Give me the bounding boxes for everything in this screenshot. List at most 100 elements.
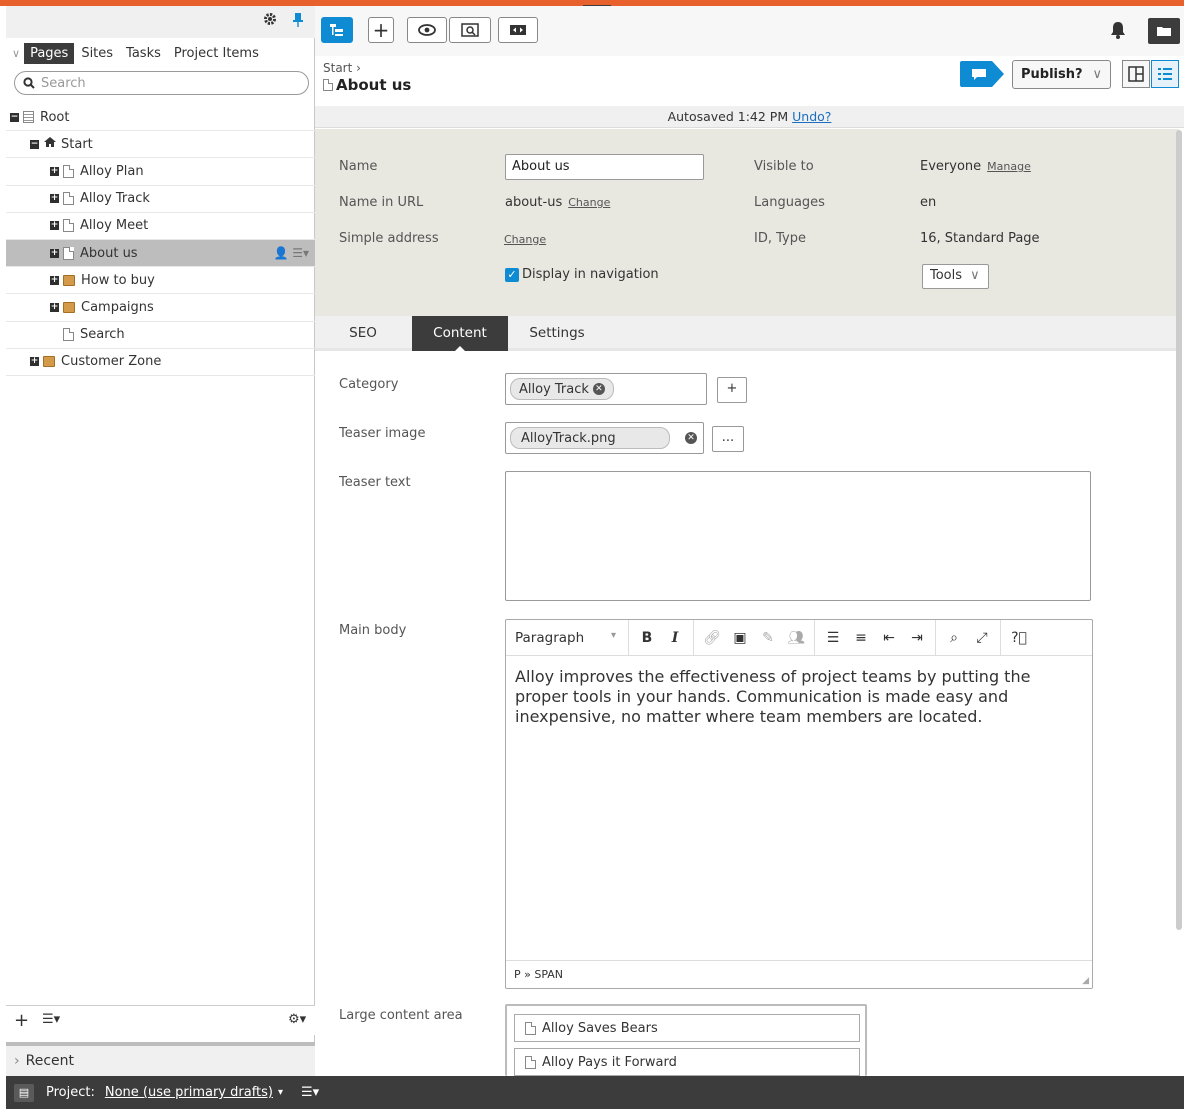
context-menu-icon[interactable]: ☰▾ [292, 246, 309, 260]
on-page-edit-button[interactable] [1122, 60, 1150, 88]
tab-tasks[interactable]: Tasks [120, 43, 167, 64]
remove-icon[interactable]: ✕ [592, 383, 605, 395]
content-area-item[interactable]: Alloy Saves Bears [514, 1014, 860, 1042]
main-toolbar: + [315, 6, 1184, 56]
preview-button[interactable] [407, 17, 447, 43]
tree-item-alloy-track[interactable]: + Alloy Track [6, 186, 315, 213]
large-content-area-label: Large content area [339, 1008, 463, 1023]
expand-icon[interactable]: + [50, 194, 59, 204]
collapse-icon[interactable]: − [30, 139, 39, 149]
tree-item-label: Customer Zone [61, 354, 162, 370]
teaser-image-field[interactable]: AlloyTrack.png ✕ [505, 422, 704, 454]
assets-pane-toggle[interactable] [1148, 18, 1180, 44]
tree-item-how-to-buy[interactable]: + How to buy [6, 267, 315, 295]
tree-item-alloy-plan[interactable]: + Alloy Plan [6, 158, 315, 186]
bullet-list-icon[interactable]: ☰ [822, 630, 844, 646]
tree-item-label: About us [80, 245, 138, 261]
help-icon[interactable]: ?⃝ [1008, 630, 1030, 646]
tree-search-input[interactable]: Search [14, 71, 309, 95]
comment-button[interactable] [960, 61, 1004, 87]
name-input[interactable]: About us [505, 154, 704, 180]
fullscreen-icon[interactable]: ⤢ [971, 630, 993, 646]
add-content-button[interactable]: + [368, 17, 394, 43]
tab-seo[interactable]: SEO [327, 316, 399, 351]
format-select[interactable]: Paragraph ▾ [506, 630, 624, 646]
all-properties-button[interactable] [1151, 60, 1179, 88]
category-field[interactable]: Alloy Track ✕ [505, 373, 707, 405]
italic-icon[interactable]: I [664, 630, 686, 646]
tab-sites[interactable]: Sites [75, 43, 119, 64]
view-preview-icon [461, 23, 479, 37]
main-scrollbar[interactable] [1176, 130, 1182, 930]
chevron-down-icon[interactable]: ▾ [278, 1087, 283, 1098]
tools-dropdown[interactable]: Tools ∨ [922, 264, 989, 289]
find-replace-icon[interactable]: ⌕ [943, 630, 965, 646]
insert-image-icon[interactable]: ▣ [729, 630, 751, 646]
content-area-item[interactable]: Alloy Pays it Forward [514, 1048, 860, 1076]
tree-item-root[interactable]: − Root [6, 104, 315, 132]
list-menu-icon[interactable]: ☰▾ [42, 1012, 60, 1027]
remove-icon[interactable]: ✕ [685, 432, 697, 444]
numbered-list-icon[interactable]: ≡ [850, 630, 872, 646]
breadcrumb[interactable]: Start › [323, 61, 361, 75]
expand-icon[interactable]: + [50, 275, 59, 285]
autosave-text: Autosaved 1:42 PM [667, 109, 789, 124]
expand-icon[interactable]: + [30, 357, 39, 367]
expand-icon[interactable]: + [50, 302, 59, 312]
editor-toolbar: Paragraph ▾ B I 🔗︎ ▣ ✎ 👥︎ ☰ ≡ ⇤ ⇥ ⌕ ⤢ ?⃝ [506, 619, 1092, 656]
page-tree-toggle-button[interactable] [321, 17, 353, 43]
expand-icon[interactable]: + [50, 248, 59, 258]
bold-icon[interactable]: B [636, 630, 658, 646]
manage-link[interactable]: Manage [987, 160, 1031, 173]
tab-pages[interactable]: Pages [24, 42, 75, 64]
tree-item-alloy-meet[interactable]: + Alloy Meet [6, 213, 315, 240]
browse-image-button[interactable]: ... [712, 426, 744, 452]
tree-item-start[interactable]: − Start [6, 131, 315, 159]
editor-body-text[interactable]: Alloy improves the effectiveness of proj… [515, 667, 1085, 727]
view-settings-button[interactable] [449, 17, 491, 43]
tree-item-campaigns[interactable]: + Campaigns [6, 294, 315, 322]
undo-link[interactable]: Undo? [792, 109, 831, 124]
tab-content[interactable]: Content [412, 316, 508, 351]
gear-icon[interactable] [261, 12, 279, 30]
large-content-area[interactable]: Alloy Saves Bears Alloy Pays it Forward [505, 1004, 867, 1076]
pin-icon[interactable] [289, 12, 307, 30]
main-body-editor[interactable]: Paragraph▾ B I 🔗︎ ▣ ✎ 👥︎ ☰ ≡ ⇤ ⇥ ⌕ ⤢ ?⃝ [505, 619, 1093, 989]
add-category-button[interactable]: + [717, 377, 747, 403]
plus-icon: + [372, 18, 390, 42]
expand-icon[interactable]: + [50, 166, 59, 176]
change-url-link[interactable]: Change [568, 196, 610, 209]
collapse-icon[interactable]: − [10, 112, 19, 122]
notification-bell-icon[interactable] [1109, 20, 1127, 44]
tree-item-search[interactable]: Search [6, 322, 315, 349]
publish-button[interactable]: Publish? ∨ [1012, 60, 1111, 89]
chevron-down-icon[interactable]: ∨ [6, 47, 24, 60]
outdent-icon[interactable]: ⇤ [878, 630, 900, 646]
breadcrumb-start[interactable]: Start [323, 61, 352, 75]
project-selector[interactable]: None (use primary drafts) [105, 1085, 273, 1100]
compare-button[interactable] [498, 17, 538, 43]
chevron-down-icon: ∨ [970, 268, 980, 283]
project-label: Project: [46, 1085, 95, 1100]
tab-project-items[interactable]: Project Items [168, 43, 265, 64]
page-icon [63, 192, 74, 206]
tree-item-about-us[interactable]: + About us 👤 ☰▾ [6, 239, 315, 268]
expand-icon[interactable]: + [50, 221, 59, 231]
edit-image-icon[interactable]: ✎ [757, 630, 779, 646]
recent-section[interactable]: › Recent [6, 1042, 315, 1076]
indent-icon[interactable]: ⇥ [906, 630, 928, 646]
tree-item-customer-zone[interactable]: + Customer Zone [6, 349, 315, 376]
url-value-text: about-us [505, 195, 563, 210]
change-simple-address-link[interactable]: Change [504, 233, 546, 246]
link-icon[interactable]: 🔗︎ [701, 630, 723, 646]
project-menu-icon[interactable]: ☰▾ [301, 1085, 319, 1100]
personalize-icon[interactable]: 👥︎ [785, 630, 807, 646]
settings-menu-icon[interactable]: ⚙▾ [288, 1012, 306, 1027]
add-icon[interactable]: + [14, 1010, 29, 1031]
tab-settings[interactable]: Settings [515, 316, 599, 351]
navigation-pane: ∨ Pages Sites Tasks Project Items Search… [6, 6, 315, 1076]
teaser-text-input[interactable] [505, 471, 1091, 601]
project-icon[interactable]: ▤ [14, 1083, 34, 1102]
resize-handle-icon[interactable]: ◢ [1082, 976, 1089, 986]
display-in-navigation-checkbox[interactable]: ✓ Display in navigation [505, 267, 659, 282]
